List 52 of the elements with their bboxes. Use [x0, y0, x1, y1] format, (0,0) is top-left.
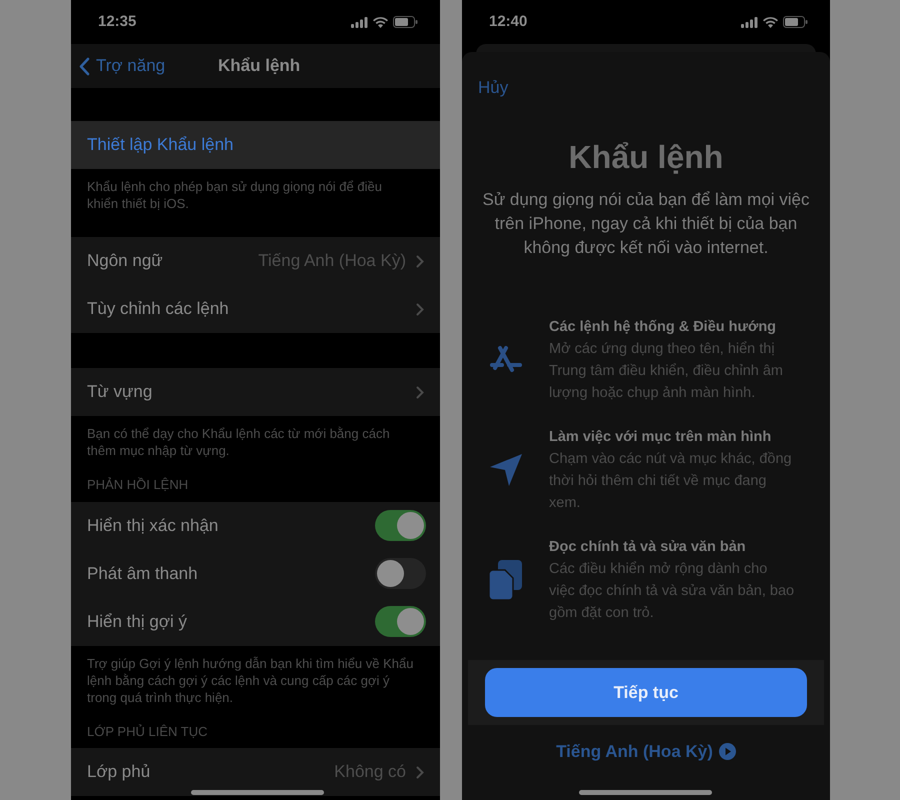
battery-icon [393, 16, 418, 28]
app-store-icon [488, 345, 522, 375]
feature-text: Mở các ứng dụng theo tên, hiển thị Trung tâm điều khiển, điều chỉnh âm lượng hoặc chụp ảnh màn hình. [549, 340, 784, 403]
section-header: PHẢN HỒI LỆNH [86, 476, 190, 494]
intro-description: Sử dụng giọng nói của bạn để làm mọi việc trên iPhone, ngay cả khi thiết bị của bạn không được kết nối vào internet. [481, 189, 811, 259]
wifi-icon [763, 16, 778, 28]
wifi-icon [373, 16, 388, 28]
settings-row[interactable]: Từ vựng [71, 368, 440, 416]
documents-icon [489, 560, 522, 600]
toggle-switch[interactable] [375, 510, 426, 541]
setup-row[interactable]: Thiết lập Khẩu lệnh [71, 121, 440, 169]
signal-icon [351, 16, 368, 28]
intro-title: Khẩu lệnh [568, 138, 724, 176]
section-footer: Trợ giúp Gợi ý lệnh hướng dẫn bạn khi tìm hiểu về Khẩu lệnh bằng cách gợi ý các lệnh và cung cấp các gợi ý trong quá trình thực hiện. [71, 646, 440, 706]
status-time: 12:40 [489, 12, 528, 32]
settings-row[interactable]: Lớp phủ Không có [71, 748, 440, 796]
row-value: Không có [334, 761, 406, 784]
signal-icon [741, 16, 758, 28]
nav-title: Khẩu lệnh [218, 55, 300, 78]
chevron-right-icon [416, 302, 424, 316]
cancel-button[interactable]: Hủy [478, 74, 508, 100]
section-footer: Bạn có thể dạy cho Khẩu lệnh các từ mới bằng cách thêm mục nhập từ vựng. [71, 416, 440, 459]
play-circle-icon [718, 743, 736, 760]
feature-text: Các điều khiển mở rộng dành cho việc đọc chính tả và sửa văn bản, bao gồm đặt con trỏ. [549, 560, 795, 623]
row-label: Hiển thị xác nhận [87, 514, 218, 537]
settings-row[interactable]: Ngôn ngữ Tiếng Anh (Hoa Kỳ) [71, 237, 440, 285]
paper-plane-icon [488, 453, 522, 487]
section-header: LỚP PHỦ LIÊN TỤC [86, 722, 208, 740]
back-chevron-icon [79, 56, 90, 76]
section-footer: Khẩu lệnh cho phép bạn sử dụng giọng nói để điều khiển thiết bị iOS. [71, 169, 440, 212]
row-label: Lớp phủ [87, 761, 150, 784]
row-label: Từ vựng [87, 381, 152, 404]
feature-title: Đọc chính tả và sửa văn bản [549, 538, 747, 557]
status-time: 12:35 [98, 12, 136, 32]
settings-row[interactable]: Tùy chỉnh các lệnh [71, 285, 440, 333]
chevron-right-icon [416, 254, 424, 268]
feature-title: Làm việc với mục trên màn hình [549, 428, 772, 447]
chevron-right-icon [416, 386, 424, 398]
continue-button[interactable]: Tiếp tục [485, 668, 807, 717]
toggle-switch[interactable] [375, 558, 426, 589]
row-label: Hiển thị gợi ý [87, 610, 187, 633]
chevron-right-icon [416, 766, 424, 778]
row-value: Tiếng Anh (Hoa Kỳ) [258, 250, 406, 272]
toggle-switch[interactable] [375, 606, 426, 637]
row-label: Tùy chỉnh các lệnh [87, 298, 229, 320]
row-label: Ngôn ngữ [87, 250, 163, 272]
feature-text: Chạm vào các nút và mục khác, đồng thời hỏi thêm chi tiết về mục đang xem. [549, 450, 793, 513]
row-label: Phát âm thanh [87, 562, 198, 585]
back-button[interactable]: Trợ năng [79, 53, 166, 79]
feature-title: Các lệnh hệ thống & Điều hướng [549, 318, 778, 337]
language-link[interactable]: Tiếng Anh (Hoa Kỳ) [556, 739, 736, 764]
battery-icon [783, 16, 808, 28]
